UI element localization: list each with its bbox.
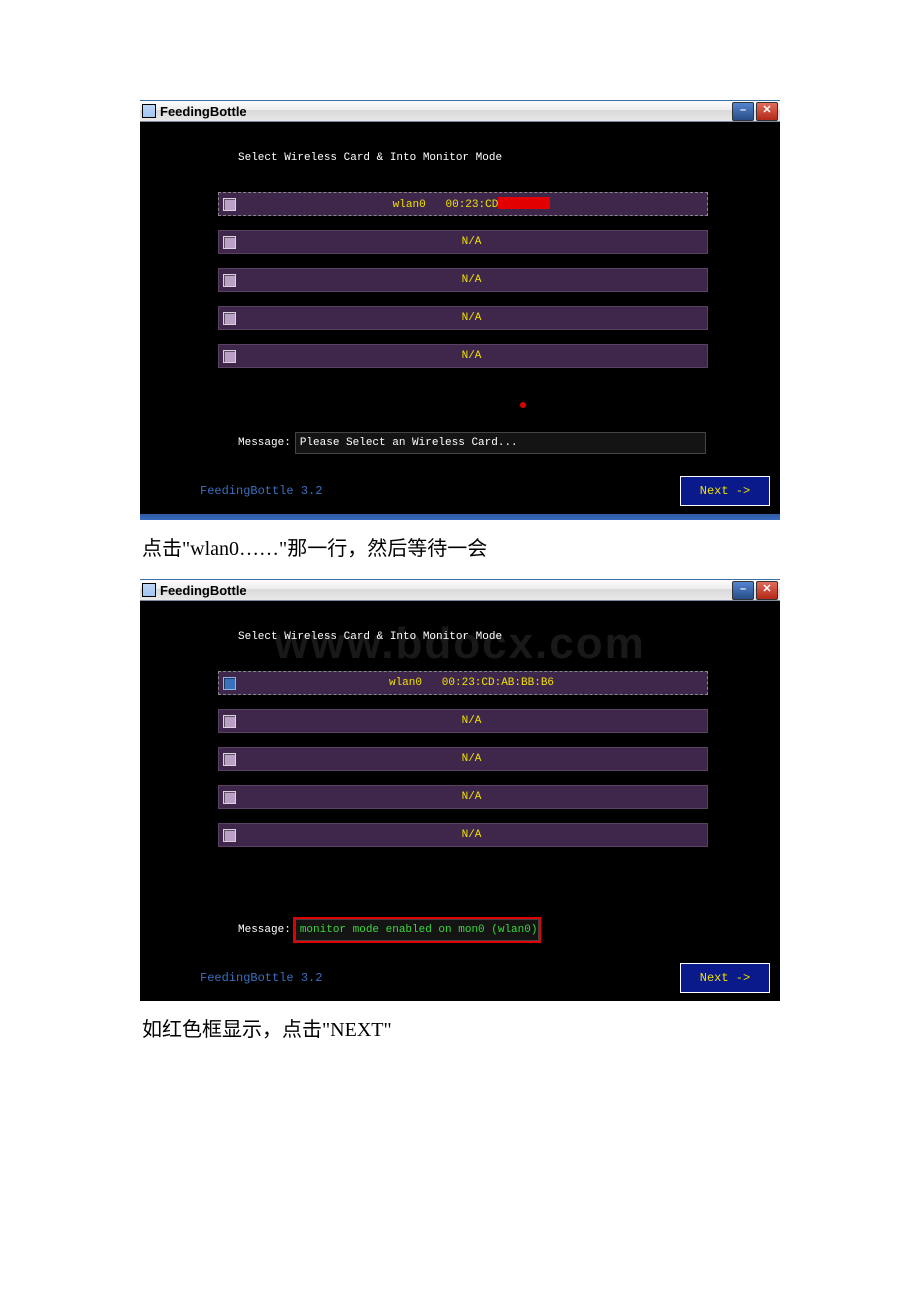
checkbox-icon [223, 829, 236, 842]
app-window-2: FeedingBottle – ✕ www.bdocx.com Select W… [140, 579, 780, 1001]
brand-label: FeedingBottle 3.2 [200, 484, 322, 498]
next-button[interactable]: Next -> [680, 476, 770, 506]
wireless-card-row-na[interactable]: N/A [218, 747, 708, 771]
message-label: Message: [238, 437, 291, 449]
app-window-1: FeedingBottle – ✕ Select Wireless Card &… [140, 100, 780, 520]
row-text: N/A [236, 236, 707, 248]
window-content: www.bdocx.com Select Wireless Card & Int… [140, 601, 780, 1001]
window-title: FeedingBottle [160, 583, 247, 598]
row-text: N/A [236, 791, 707, 803]
row-text: N/A [236, 715, 707, 727]
row-text: wlan0 00:23:CD [236, 198, 707, 211]
next-button[interactable]: Next -> [680, 963, 770, 993]
checkbox-icon [223, 715, 236, 728]
caption-text-1: 点击"wlan0……"那一行，然后等待一会 [138, 532, 782, 561]
row-text: wlan0 00:23:CD:AB:BB:B6 [236, 677, 707, 689]
row-text: N/A [236, 312, 707, 324]
checkbox-icon [223, 198, 236, 211]
titlebar: FeedingBottle – ✕ [140, 580, 780, 601]
row-text: N/A [236, 350, 707, 362]
checkbox-icon [223, 236, 236, 249]
brand-label: FeedingBottle 3.2 [200, 971, 322, 985]
titlebar: FeedingBottle – ✕ [140, 101, 780, 122]
row-text: N/A [236, 274, 707, 286]
app-icon [142, 583, 156, 597]
message-row: Message: Please Select an Wireless Card.… [238, 432, 706, 454]
wireless-card-row-na[interactable]: N/A [218, 230, 708, 254]
section-heading: Select Wireless Card & Into Monitor Mode [238, 152, 502, 164]
watermark-text: www.bdocx.com [140, 619, 780, 669]
checkbox-icon [223, 753, 236, 766]
wireless-card-row-na[interactable]: N/A [218, 785, 708, 809]
wireless-card-list: wlan0 00:23:CD N/A N/A N/A N/A [218, 192, 708, 382]
message-text: monitor mode enabled on mon0 (wlan0) [300, 924, 538, 936]
checkbox-icon [223, 274, 236, 287]
wireless-card-row-na[interactable]: N/A [218, 306, 708, 330]
window-content: Select Wireless Card & Into Monitor Mode… [140, 122, 780, 514]
window-title: FeedingBottle [160, 104, 247, 119]
close-button[interactable]: ✕ [756, 102, 778, 121]
checkbox-icon [223, 312, 236, 325]
wireless-card-row-na[interactable]: N/A [218, 268, 708, 292]
message-label: Message: [238, 924, 291, 936]
bottom-border [140, 514, 780, 520]
wireless-card-row-wlan0[interactable]: wlan0 00:23:CD:AB:BB:B6 [218, 671, 708, 695]
section-heading: Select Wireless Card & Into Monitor Mode [238, 631, 502, 643]
row-text: N/A [236, 753, 707, 765]
message-row: Message: monitor mode enabled on mon0 (w… [238, 919, 539, 941]
wireless-card-row-wlan0[interactable]: wlan0 00:23:CD [218, 192, 708, 216]
minimize-button[interactable]: – [732, 581, 754, 600]
wireless-card-row-na[interactable]: N/A [218, 709, 708, 733]
close-button[interactable]: ✕ [756, 581, 778, 600]
minimize-button[interactable]: – [732, 102, 754, 121]
row-text: N/A [236, 829, 707, 841]
red-dot-icon [520, 402, 526, 408]
message-box-highlighted: monitor mode enabled on mon0 (wlan0) [295, 919, 539, 941]
caption-text-2: 如红色框显示，点击"NEXT" [138, 1013, 782, 1042]
checkbox-icon [223, 791, 236, 804]
wireless-card-row-na[interactable]: N/A [218, 823, 708, 847]
app-icon [142, 104, 156, 118]
message-text: Please Select an Wireless Card... [300, 437, 518, 449]
checkbox-icon [223, 350, 236, 363]
redacted-block [498, 197, 550, 209]
wireless-card-row-na[interactable]: N/A [218, 344, 708, 368]
message-box: Please Select an Wireless Card... [295, 432, 706, 454]
checkbox-icon [223, 677, 236, 690]
wireless-card-list: wlan0 00:23:CD:AB:BB:B6 N/A N/A N/A N/A [218, 671, 708, 861]
